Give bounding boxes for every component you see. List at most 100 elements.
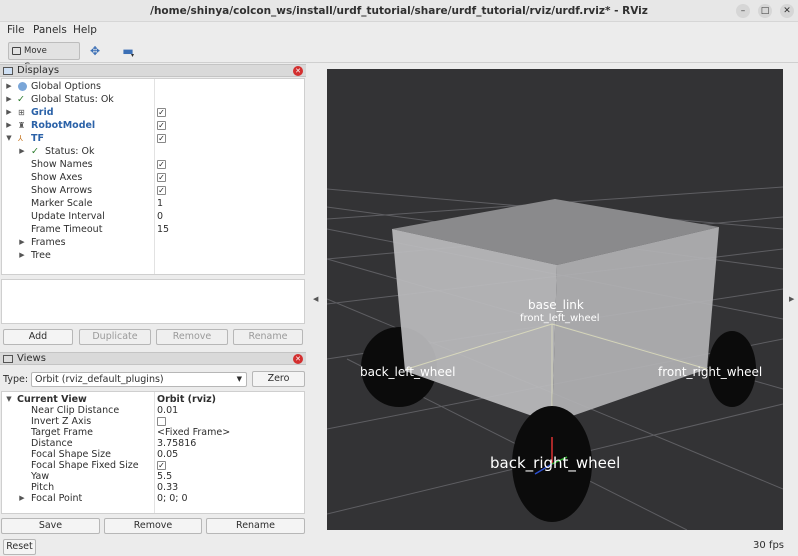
- window-title: /home/shinya/colcon_ws/install/urdf_tuto…: [150, 5, 648, 17]
- tree-row-global-options[interactable]: ▶ Global Options: [2, 80, 304, 93]
- tf-checkbox[interactable]: ✓: [157, 134, 166, 143]
- collapse-arrow-icon[interactable]: ▼: [5, 132, 13, 145]
- 3d-viewport[interactable]: base_link front_left_wheel back_left_whe…: [327, 69, 783, 530]
- status-ok-icon: ✓: [31, 146, 39, 157]
- reset-button[interactable]: Reset: [3, 539, 36, 555]
- view-type-label: Type:: [3, 374, 29, 385]
- remove-view-button[interactable]: Remove: [104, 518, 202, 534]
- gear-icon: [18, 82, 27, 91]
- view-type-value: Orbit (rviz_default_plugins): [35, 374, 164, 385]
- row-label: Frames: [31, 237, 66, 248]
- views-title: Views: [17, 353, 46, 364]
- focal-point-value[interactable]: 0; 0; 0: [157, 492, 188, 505]
- row-label: Focal Point: [31, 493, 83, 504]
- grid-checkbox[interactable]: ✓: [157, 108, 166, 117]
- row-label: Marker Scale: [31, 198, 93, 209]
- frame-label-back-left-wheel: back_left_wheel: [360, 365, 456, 379]
- maximize-button[interactable]: □: [758, 4, 772, 18]
- toolbar: Move Camera ✥ ▬ ▾: [0, 39, 798, 72]
- row-label: Show Axes: [31, 172, 83, 183]
- axes-icon: ⅄: [18, 134, 23, 143]
- row-label: Status: Ok: [45, 146, 95, 157]
- frame-label-base-link: base_link: [528, 298, 584, 312]
- collapse-left-arrow-icon[interactable]: ◀: [313, 295, 318, 303]
- tree-row-tf[interactable]: ▼ ⅄ TF ✓: [2, 132, 304, 145]
- menu-help[interactable]: Help: [73, 24, 97, 36]
- robot-icon: ♜: [18, 121, 26, 130]
- tree-row-frames[interactable]: ▶ Frames: [2, 236, 304, 249]
- status-bar: Reset 30 fps: [0, 538, 798, 556]
- menu-panels[interactable]: Panels: [33, 24, 67, 36]
- expand-arrow-icon[interactable]: ▶: [18, 236, 26, 249]
- show-names-checkbox[interactable]: ✓: [157, 160, 166, 169]
- frame-label-front-left-wheel: front_left_wheel: [520, 313, 600, 324]
- tree-row-show-names[interactable]: Show Names ✓: [2, 158, 304, 171]
- focal-shape-fixed-checkbox[interactable]: ✓: [157, 461, 166, 470]
- tool-dropdown-icon[interactable]: ▾: [131, 52, 134, 59]
- tree-row-marker-scale[interactable]: Marker Scale 1: [2, 197, 304, 210]
- frame-label-back-right-wheel: back_right_wheel: [490, 454, 621, 472]
- row-label: RobotModel: [31, 120, 96, 131]
- show-axes-checkbox[interactable]: ✓: [157, 173, 166, 182]
- tree-row-grid[interactable]: ▶ ⊞ Grid ✓: [2, 106, 304, 119]
- camera-icon: [12, 47, 21, 55]
- move-camera-button[interactable]: Move Camera: [8, 42, 80, 72]
- update-interval-value[interactable]: 0: [157, 210, 163, 223]
- row-label: Show Arrows: [31, 185, 93, 196]
- views-close-icon[interactable]: ✕: [293, 354, 303, 364]
- expand-arrow-icon[interactable]: ▶: [5, 93, 13, 106]
- save-view-button[interactable]: Save: [1, 518, 100, 534]
- tree-row-tf-status[interactable]: ▶ ✓ Status: Ok: [2, 145, 304, 158]
- close-window-button[interactable]: ✕: [780, 4, 794, 18]
- displays-close-icon[interactable]: ✕: [293, 66, 303, 76]
- displays-tree: ▶ Global Options ▶ ✓ Global Status: Ok ▶…: [1, 78, 305, 275]
- tree-row-robotmodel[interactable]: ▶ ♜ RobotModel ✓: [2, 119, 304, 132]
- views-panel-header: Views ✕: [0, 352, 306, 365]
- row-label: Global Status: Ok: [31, 94, 114, 105]
- show-arrows-checkbox[interactable]: ✓: [157, 186, 166, 195]
- tree-row-global-status[interactable]: ▶ ✓ Global Status: Ok: [2, 93, 304, 106]
- tree-row-tree[interactable]: ▶ Tree: [2, 249, 304, 262]
- expand-arrow-icon[interactable]: ▶: [5, 106, 13, 119]
- views-tree: ▼ Current View Orbit (rviz) Near Clip Di…: [1, 391, 305, 514]
- tree-row-update-interval[interactable]: Update Interval 0: [2, 210, 304, 223]
- expand-arrow-icon[interactable]: ▶: [18, 145, 26, 158]
- zero-button[interactable]: Zero: [252, 371, 305, 387]
- menu-bar: File Panels Help: [0, 22, 798, 39]
- tree-row-show-arrows[interactable]: Show Arrows ✓: [2, 184, 304, 197]
- tree-row-frame-timeout[interactable]: Frame Timeout 15: [2, 223, 304, 236]
- row-label: Frame Timeout: [31, 224, 103, 235]
- frame-timeout-value[interactable]: 15: [157, 223, 169, 236]
- display-description-area: [1, 279, 305, 324]
- collapse-right-arrow-icon[interactable]: ▶: [789, 295, 794, 303]
- expand-arrow-icon[interactable]: ▶: [5, 119, 13, 132]
- duplicate-display-button[interactable]: Duplicate: [79, 329, 151, 345]
- add-tool-icon[interactable]: ✥: [88, 44, 102, 58]
- frame-label-front-right-wheel: front_right_wheel: [658, 365, 763, 379]
- expand-arrow-icon[interactable]: ▶: [18, 492, 26, 505]
- row-label: Show Names: [31, 159, 93, 170]
- row-label: Global Options: [31, 81, 101, 92]
- tree-row-show-axes[interactable]: Show Axes ✓: [2, 171, 304, 184]
- rename-display-button[interactable]: Rename: [233, 329, 303, 345]
- marker-scale-value[interactable]: 1: [157, 197, 163, 210]
- displays-panel-header: Displays ✕: [0, 64, 306, 77]
- add-display-button[interactable]: Add: [3, 329, 73, 345]
- view-type-select[interactable]: Orbit (rviz_default_plugins) ▼: [31, 372, 247, 387]
- robotmodel-checkbox[interactable]: ✓: [157, 121, 166, 130]
- menu-file[interactable]: File: [7, 24, 25, 36]
- camera-icon: [3, 355, 13, 363]
- minimize-button[interactable]: –: [736, 4, 750, 18]
- expand-arrow-icon[interactable]: ▶: [5, 80, 13, 93]
- view-row-focal-point[interactable]: ▶ Focal Point 0; 0; 0: [2, 492, 304, 505]
- rename-view-button[interactable]: Rename: [206, 518, 305, 534]
- fps-readout: 30 fps: [753, 540, 784, 551]
- row-label: TF: [31, 133, 44, 144]
- invert-z-checkbox[interactable]: [157, 417, 166, 426]
- expand-arrow-icon[interactable]: ▶: [18, 249, 26, 262]
- grid-icon: ⊞: [18, 108, 25, 117]
- displays-title: Displays: [17, 65, 60, 76]
- status-ok-icon: ✓: [17, 94, 25, 105]
- remove-display-button[interactable]: Remove: [156, 329, 228, 345]
- chevron-down-icon: ▼: [236, 375, 242, 383]
